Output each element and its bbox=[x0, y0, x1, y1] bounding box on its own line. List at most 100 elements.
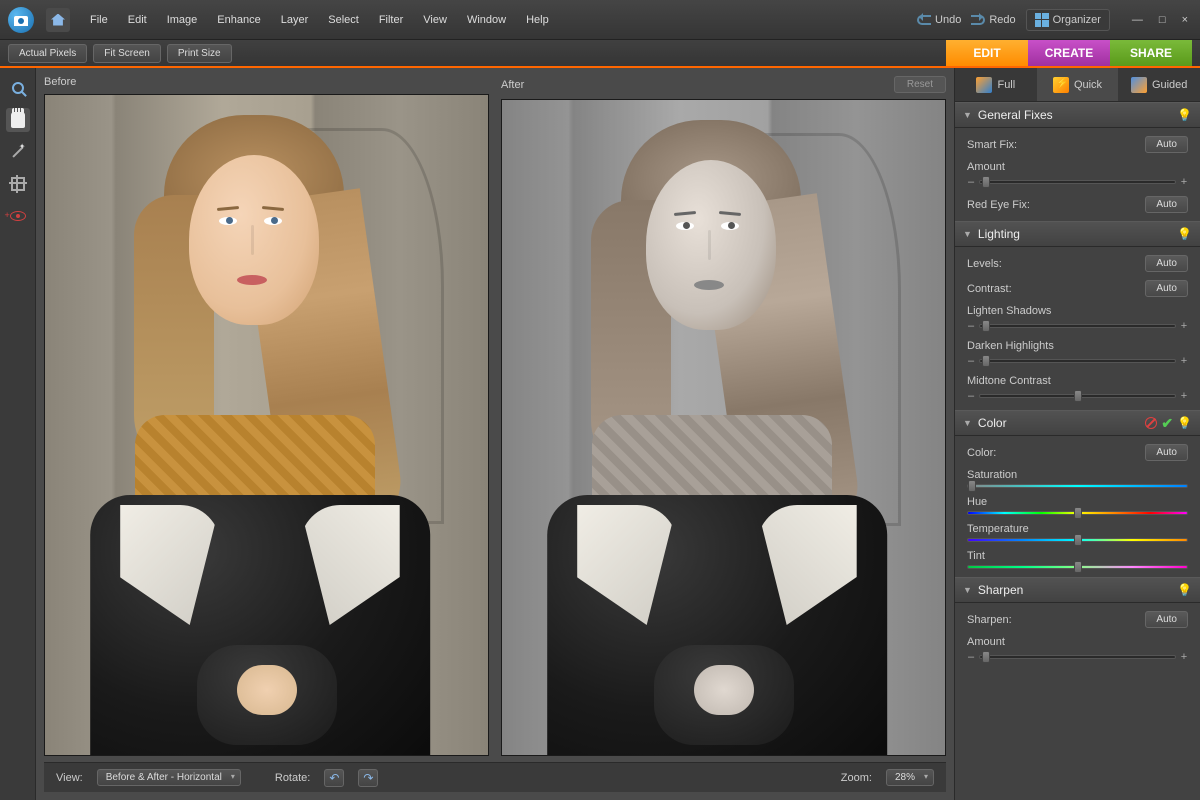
tip-icon[interactable]: 💡 bbox=[1177, 583, 1192, 597]
view-tab-guided[interactable]: Guided bbox=[1118, 68, 1200, 101]
undo-icon bbox=[917, 15, 931, 25]
tip-icon[interactable]: 💡 bbox=[1177, 227, 1192, 241]
chevron-down-icon: ▼ bbox=[963, 229, 972, 239]
after-canvas[interactable] bbox=[501, 99, 946, 756]
tip-icon[interactable]: 💡 bbox=[1177, 108, 1192, 122]
quick-selection-tool[interactable] bbox=[6, 140, 30, 164]
rotate-label: Rotate: bbox=[275, 772, 310, 784]
section-sharpen[interactable]: ▼Sharpen💡 bbox=[955, 577, 1200, 603]
crop-tool[interactable] bbox=[6, 172, 30, 196]
mode-tabs: EDIT CREATE SHARE bbox=[946, 40, 1192, 66]
canvas-footer: View: Before & After - Horizontal Rotate… bbox=[44, 762, 946, 792]
magic-wand-icon bbox=[10, 144, 26, 160]
color-label: Color: bbox=[967, 447, 996, 459]
lighten-shadows-label: Lighten Shadows bbox=[967, 305, 1188, 317]
before-canvas[interactable] bbox=[44, 94, 489, 756]
levels-auto-button[interactable]: Auto bbox=[1145, 255, 1188, 272]
mode-tab-edit[interactable]: EDIT bbox=[946, 40, 1028, 66]
canvas-area: Before After Reset bbox=[36, 68, 954, 800]
smart-fix-auto-button[interactable]: Auto bbox=[1145, 136, 1188, 153]
view-tab-full[interactable]: Full bbox=[955, 68, 1037, 101]
view-mode-select[interactable]: Before & After - Horizontal bbox=[97, 769, 241, 786]
lighten-shadows-slider[interactable] bbox=[979, 324, 1176, 328]
options-bar: Actual Pixels Fit Screen Print Size EDIT… bbox=[0, 40, 1200, 68]
view-tab-quick[interactable]: Quick bbox=[1037, 68, 1119, 101]
commit-icon[interactable]: ✔ bbox=[1161, 415, 1173, 432]
zoom-select[interactable]: 28% bbox=[886, 769, 934, 786]
temperature-slider[interactable] bbox=[967, 538, 1188, 542]
menu-enhance[interactable]: Enhance bbox=[209, 10, 268, 30]
tip-icon[interactable]: 💡 bbox=[1177, 416, 1192, 430]
menu-layer[interactable]: Layer bbox=[273, 10, 317, 30]
home-icon bbox=[51, 14, 65, 26]
saturation-slider[interactable] bbox=[967, 484, 1188, 488]
amount-label: Amount bbox=[967, 161, 1188, 173]
hand-icon bbox=[11, 112, 25, 128]
maximize-button[interactable]: □ bbox=[1155, 12, 1170, 28]
menu-file[interactable]: File bbox=[82, 10, 116, 30]
adjustments-panel: Full Quick Guided ▼General Fixes💡 Smart … bbox=[954, 68, 1200, 800]
section-lighting[interactable]: ▼Lighting💡 bbox=[955, 221, 1200, 247]
menu-help[interactable]: Help bbox=[518, 10, 557, 30]
organizer-button[interactable]: Organizer bbox=[1026, 9, 1110, 31]
chevron-down-icon: ▼ bbox=[963, 110, 972, 120]
chevron-down-icon: ▼ bbox=[963, 585, 972, 595]
sharpen-auto-button[interactable]: Auto bbox=[1145, 611, 1188, 628]
saturation-label: Saturation bbox=[967, 469, 1188, 481]
tool-palette bbox=[0, 68, 36, 800]
section-general-fixes[interactable]: ▼General Fixes💡 bbox=[955, 102, 1200, 128]
midtone-contrast-label: Midtone Contrast bbox=[967, 375, 1188, 387]
grid-icon bbox=[1035, 13, 1049, 27]
after-pane: After Reset bbox=[501, 76, 946, 756]
redo-button[interactable]: Redo bbox=[971, 14, 1015, 26]
menu-image[interactable]: Image bbox=[159, 10, 206, 30]
actual-pixels-button[interactable]: Actual Pixels bbox=[8, 44, 87, 63]
main-area: Before After Reset bbox=[0, 68, 1200, 800]
mode-tab-share[interactable]: SHARE bbox=[1110, 40, 1192, 66]
red-eye-label: Red Eye Fix: bbox=[967, 199, 1030, 211]
before-pane: Before bbox=[44, 76, 489, 756]
section-color[interactable]: ▼Color✔💡 bbox=[955, 410, 1200, 436]
reset-button[interactable]: Reset bbox=[894, 76, 946, 93]
minimize-button[interactable]: — bbox=[1128, 12, 1147, 28]
chevron-down-icon: ▼ bbox=[963, 418, 972, 428]
before-label: Before bbox=[44, 76, 76, 88]
hue-slider[interactable] bbox=[967, 511, 1188, 515]
contrast-auto-button[interactable]: Auto bbox=[1145, 280, 1188, 297]
zoom-tool[interactable] bbox=[6, 76, 30, 100]
quick-icon bbox=[1053, 77, 1069, 93]
fit-screen-button[interactable]: Fit Screen bbox=[93, 44, 161, 63]
mode-tab-create[interactable]: CREATE bbox=[1028, 40, 1110, 66]
app-logo-icon bbox=[8, 7, 34, 33]
color-auto-button[interactable]: Auto bbox=[1145, 444, 1188, 461]
rotate-cw-button[interactable]: ↷ bbox=[358, 769, 378, 787]
menu-edit[interactable]: Edit bbox=[120, 10, 155, 30]
contrast-label: Contrast: bbox=[967, 283, 1012, 295]
menubar: File Edit Image Enhance Layer Select Fil… bbox=[0, 0, 1200, 40]
rotate-ccw-button[interactable]: ↶ bbox=[324, 769, 344, 787]
magnifier-icon bbox=[12, 82, 24, 94]
view-label: View: bbox=[56, 772, 83, 784]
menu-filter[interactable]: Filter bbox=[371, 10, 411, 30]
home-button[interactable] bbox=[46, 8, 70, 32]
midtone-contrast-slider[interactable] bbox=[979, 394, 1176, 398]
redo-icon bbox=[971, 15, 985, 25]
levels-label: Levels: bbox=[967, 258, 1002, 270]
menu-window[interactable]: Window bbox=[459, 10, 514, 30]
red-eye-tool[interactable] bbox=[6, 204, 30, 228]
darken-highlights-slider[interactable] bbox=[979, 359, 1176, 363]
tint-slider[interactable] bbox=[967, 565, 1188, 569]
sharpen-label: Sharpen: bbox=[967, 614, 1012, 626]
sharpen-amount-slider[interactable] bbox=[979, 655, 1176, 659]
red-eye-auto-button[interactable]: Auto bbox=[1145, 196, 1188, 213]
menu-select[interactable]: Select bbox=[320, 10, 367, 30]
undo-button[interactable]: Undo bbox=[917, 14, 961, 26]
after-label: After bbox=[501, 79, 524, 91]
full-icon bbox=[976, 77, 992, 93]
hand-tool[interactable] bbox=[6, 108, 30, 132]
close-button[interactable]: × bbox=[1178, 12, 1192, 28]
smart-fix-amount-slider[interactable] bbox=[979, 180, 1176, 184]
menu-view[interactable]: View bbox=[415, 10, 455, 30]
cancel-icon[interactable] bbox=[1145, 417, 1157, 429]
print-size-button[interactable]: Print Size bbox=[167, 44, 232, 63]
